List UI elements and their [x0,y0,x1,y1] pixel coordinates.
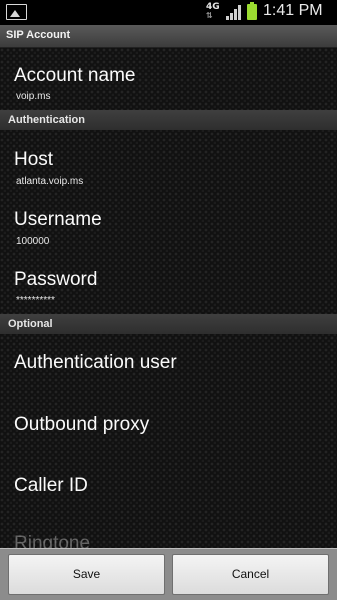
pref-host[interactable]: Host atlanta.voip.ms [0,130,337,190]
picture-icon [6,4,27,20]
cancel-button[interactable]: Cancel [172,554,329,595]
pref-username[interactable]: Username 100000 [0,190,337,250]
pref-caller-id[interactable]: Caller ID [0,456,337,516]
pref-ringtone[interactable]: Ringtone [0,516,337,548]
pref-summary: ********** [16,295,55,306]
pref-title: Account name [14,65,136,86]
section-label: Optional [8,318,53,330]
save-button[interactable]: Save [8,554,165,595]
status-bar: 4G ⇅ 1:41 PM [0,0,337,25]
pref-summary: 100000 [16,236,50,247]
pref-outbound-proxy[interactable]: Outbound proxy [0,394,337,456]
pref-summary: voip.ms [16,91,51,102]
section-label: Authentication [8,114,85,126]
section-header-optional: Optional [0,314,337,334]
page-title: SIP Account [6,29,71,41]
button-bar: Save Cancel [0,548,337,600]
network-type-indicator: 4G ⇅ [206,2,222,22]
pref-title: Host [14,149,54,170]
status-time: 1:41 PM [263,2,323,19]
section-header-authentication: Authentication [0,110,337,130]
preference-list: Account name voip.ms Authentication Host… [0,48,337,548]
signal-icon [226,5,244,20]
pref-authentication-user[interactable]: Authentication user [0,334,337,394]
pref-title: Authentication user [14,352,177,373]
pref-title: Ringtone [14,533,91,548]
title-bar: SIP Account [0,25,337,48]
data-arrows-icon: ⇅ [206,11,213,20]
pref-account-name[interactable]: Account name voip.ms [0,48,337,110]
battery-icon [247,2,257,20]
pref-title: Username [14,209,102,230]
pref-title: Caller ID [14,475,88,496]
pref-summary: atlanta.voip.ms [16,176,84,187]
pref-title: Outbound proxy [14,414,150,435]
pref-title: Password [14,269,98,290]
pref-password[interactable]: Password ********** [0,250,337,314]
